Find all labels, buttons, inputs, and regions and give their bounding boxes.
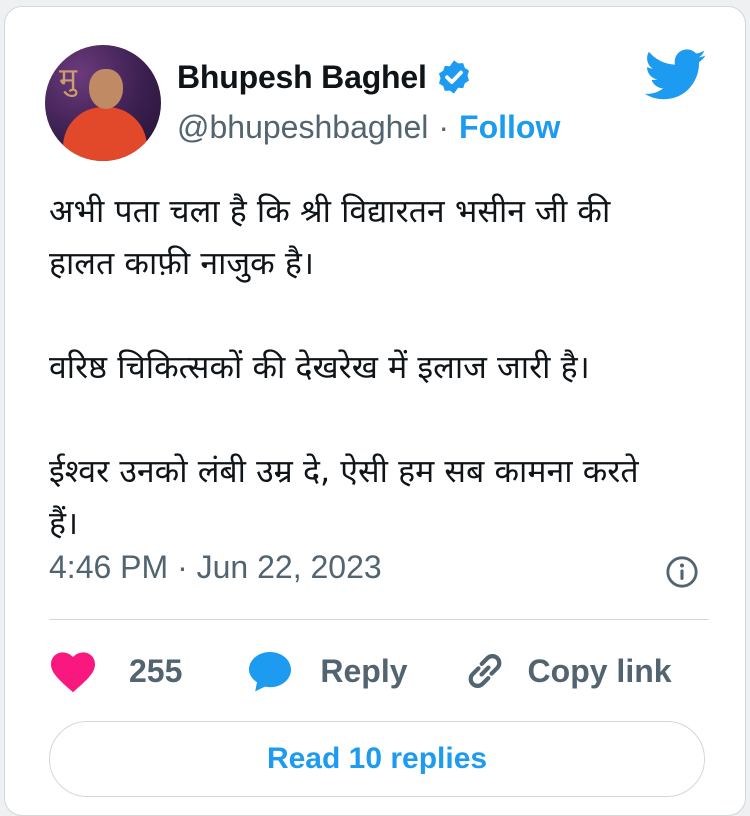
avatar[interactable]: मु [45, 45, 161, 161]
read-replies-button[interactable]: Read 10 replies [49, 721, 705, 797]
separator-dot: · [438, 109, 450, 145]
handle-row: @bhupeshbaghel · Follow [177, 109, 560, 146]
tweet-text: अभी पता चला है कि श्री विद्यारतन भसीन जी… [49, 192, 639, 542]
info-icon[interactable] [665, 555, 699, 589]
heart-icon [51, 652, 95, 693]
tweet-card: मु Bhupesh Baghel @bhupeshbaghel · Follo… [4, 6, 746, 816]
follow-button[interactable]: Follow [459, 109, 560, 146]
action-bar: 255 Reply Copy link [49, 643, 672, 699]
author-handle[interactable]: @bhupeshbaghel [177, 109, 428, 146]
avatar-figure-body [63, 107, 147, 161]
tweet-timestamp[interactable]: 4:46 PM · Jun 22, 2023 [49, 549, 382, 586]
verified-badge-icon [438, 60, 469, 94]
avatar-lettering: मु [59, 62, 77, 97]
likes-count: 255 [129, 652, 183, 689]
reply-button[interactable]: Reply [246, 647, 408, 695]
reply-label: Reply [320, 652, 408, 689]
author-name[interactable]: Bhupesh Baghel [177, 59, 427, 96]
author-name-row: Bhupesh Baghel [177, 58, 473, 96]
twitter-bird-icon[interactable] [645, 49, 707, 101]
reply-bubble-icon [249, 652, 292, 692]
link-icon [468, 654, 501, 688]
like-button[interactable]: 255 [49, 649, 182, 693]
read-replies-label: Read 10 replies [266, 742, 488, 775]
avatar-figure-face [89, 69, 123, 109]
copy-link-label: Copy link [527, 652, 672, 689]
copy-link-button[interactable]: Copy link [462, 648, 672, 694]
divider [49, 619, 709, 620]
